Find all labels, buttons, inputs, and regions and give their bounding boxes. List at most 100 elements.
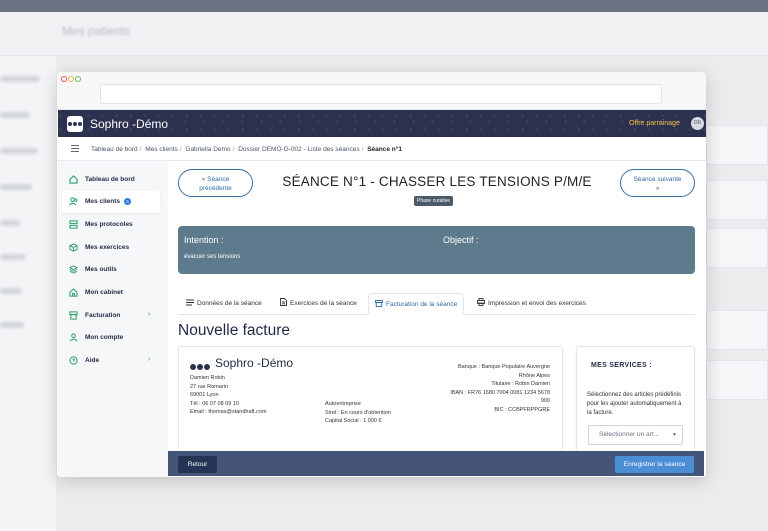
session-tabs: Données de la séance Exercices de la séa… xyxy=(178,293,695,315)
services-description: Sélectionnez des articles prédéfinis pou… xyxy=(587,392,682,416)
printer-icon xyxy=(477,298,485,306)
save-session-button[interactable]: Enregistrer la séance xyxy=(615,456,694,473)
background-card xyxy=(706,310,768,350)
caret-down-icon: ▼ xyxy=(672,432,677,438)
invoice-bank-details: Banque : Banque Populaire Auvergne Rhône… xyxy=(420,363,550,415)
article-select-placeholder: Sélectionner un art... xyxy=(599,431,659,438)
sidebar-item-mes-protocoles[interactable]: Mes protocoles xyxy=(62,214,160,236)
client-count-badge: 5 xyxy=(124,198,131,205)
back-button[interactable]: Retour xyxy=(178,456,217,473)
app-header: Sophro -Démo Offre parrainage DR xyxy=(58,110,706,137)
background-sidebar xyxy=(0,56,56,531)
users-icon xyxy=(69,197,78,206)
breadcrumb-item[interactable]: Gabriella Demo xyxy=(185,146,230,153)
breadcrumb-bar: Tableau de bord / Mes clients / Gabriella … xyxy=(58,137,706,161)
sidebar-item-facturation[interactable]: Facturation › xyxy=(62,305,160,327)
browser-window: Sophro -Démo Offre parrainage DR Tableau… xyxy=(57,72,706,477)
offer-link[interactable]: Offre parrainage xyxy=(629,120,680,127)
sidebar-item-label: Facturation xyxy=(85,312,121,319)
document-icon xyxy=(280,298,287,306)
issuer-city: 69001 Lyon xyxy=(190,392,219,399)
breadcrumb-item[interactable]: Dossier DEMO-G-002 - Liste des séances xyxy=(238,146,359,153)
menu-icon[interactable] xyxy=(71,145,79,152)
sidebar-item-mes-outils[interactable]: Mes outils xyxy=(62,259,160,281)
sidebar-item-aide[interactable]: Aide › xyxy=(62,350,160,372)
tab-facturation[interactable]: Facturation de la séance xyxy=(368,293,465,315)
capital-social: Capital Social : 1 000 € xyxy=(325,418,382,425)
sidebar-item-label: Aide xyxy=(85,357,100,364)
app-brand: Sophro -Démo xyxy=(90,117,169,131)
iban: IBAN : FR76 1680 7004 0081 1234 5678 xyxy=(450,389,550,396)
invoice-issuer-details: Damien Robin 27 rue Romarin 69001 Lyon T… xyxy=(190,374,267,417)
tab-impression[interactable]: Impression et envoi des exercices xyxy=(477,293,586,315)
sidebar-item-tableau-de-bord[interactable]: Tableau de bord xyxy=(62,169,160,191)
sidebar-item-label: Mes clients xyxy=(85,198,121,205)
sidebar-item-mon-compte[interactable]: Mon compte xyxy=(62,327,160,349)
siret: Siret : En cours d'obtention xyxy=(325,409,391,416)
background-card xyxy=(706,360,768,400)
user-icon xyxy=(69,333,78,342)
legal-status: Autoentreprise xyxy=(325,401,361,407)
invoice-card: Sophro -Démo Damien Robin 27 rue Romarin… xyxy=(178,346,563,452)
tab-donnees[interactable]: Données de la séance xyxy=(186,293,262,315)
tab-label: Exercices de la séance xyxy=(290,300,357,307)
phase-badge: Phase curative xyxy=(414,196,454,206)
services-panel: MES SERVICES : Sélectionnez des articles… xyxy=(576,346,695,452)
sidebar-item-label: Mes outils xyxy=(85,266,117,273)
issuer-phone: Tél : 06 07 08 09 10 xyxy=(190,400,239,407)
stack-icon xyxy=(69,265,78,274)
background-card xyxy=(706,228,768,268)
article-select[interactable]: Sélectionner un art... ▼ xyxy=(588,425,683,445)
sidebar-item-label: Tableau de bord xyxy=(85,176,135,183)
logo-icon xyxy=(67,116,83,132)
page-title: Nouvelle facture xyxy=(178,322,291,339)
cube-icon xyxy=(69,243,78,252)
issuer-name: Damien Robin xyxy=(190,375,225,381)
intention-text: évacuer ses tensions xyxy=(184,254,241,260)
account-holder: Titulaire : Robin Damien xyxy=(491,381,550,388)
services-title: MES SERVICES : xyxy=(591,362,652,369)
logo-icon xyxy=(190,357,211,375)
help-icon xyxy=(69,356,78,365)
tab-label: Facturation de la séance xyxy=(386,301,458,308)
tab-exercices[interactable]: Exercices de la séance xyxy=(280,293,357,315)
building-icon xyxy=(69,288,78,297)
next-session-label: » xyxy=(655,185,660,192)
chevron-right-icon: › xyxy=(148,311,151,318)
home-icon xyxy=(69,175,78,184)
breadcrumb-item[interactable]: Mes clients xyxy=(145,146,178,153)
avatar[interactable]: DR xyxy=(691,117,704,130)
issuer-email: Email : thomas@standhaft.com xyxy=(190,409,267,416)
address-bar[interactable] xyxy=(100,84,662,104)
action-footer: Retour Enregistrer la séance xyxy=(168,451,704,476)
intention-panel: Intention : Objectif : évacuer ses tensi… xyxy=(178,226,695,274)
archive-icon xyxy=(69,311,78,320)
minimize-window-button[interactable] xyxy=(68,76,74,82)
background-breadcrumb: Mes patients xyxy=(62,24,131,38)
bank-name-cont: Rhône Alpes xyxy=(518,372,550,379)
issuer-street: 27 rue Romarin xyxy=(190,383,228,390)
archive-icon xyxy=(375,300,383,307)
sidebar-item-mon-cabinet[interactable]: Mon cabinet xyxy=(62,282,160,304)
next-session-button[interactable]: Séance suivante » xyxy=(620,169,695,197)
sidebar-item-mes-exercices[interactable]: Mes exercices xyxy=(62,237,160,259)
maximize-window-button[interactable] xyxy=(75,76,81,82)
background-card xyxy=(706,125,768,165)
close-window-button[interactable] xyxy=(61,76,67,82)
breadcrumb-item[interactable]: Tableau de bord xyxy=(91,146,138,153)
sidebar: Tableau de bord Mes clients 5 Mes protoc… xyxy=(58,161,168,477)
list-icon xyxy=(186,299,194,306)
chevron-right-icon: › xyxy=(148,356,151,363)
sidebar-item-mes-clients[interactable]: Mes clients 5 xyxy=(62,191,160,213)
main-content: « Séance précédente SÉANCE N°1 - CHASSER… xyxy=(168,161,706,477)
invoice-brand: Sophro -Démo xyxy=(215,356,294,370)
next-session-label: Séance suivante xyxy=(633,176,682,183)
sidebar-item-label: Mon cabinet xyxy=(85,289,123,296)
bank-name: Banque : Banque Populaire Auvergne xyxy=(457,364,550,370)
sidebar-item-label: Mes protocoles xyxy=(85,221,133,228)
invoice-legal-details: Autoentreprise Siret : En cours d'obtent… xyxy=(325,400,391,426)
background-header: Mes patients xyxy=(0,12,768,56)
iban-cont: 900 xyxy=(540,398,550,405)
tab-label: Données de la séance xyxy=(197,300,262,307)
layers-icon xyxy=(69,220,78,229)
